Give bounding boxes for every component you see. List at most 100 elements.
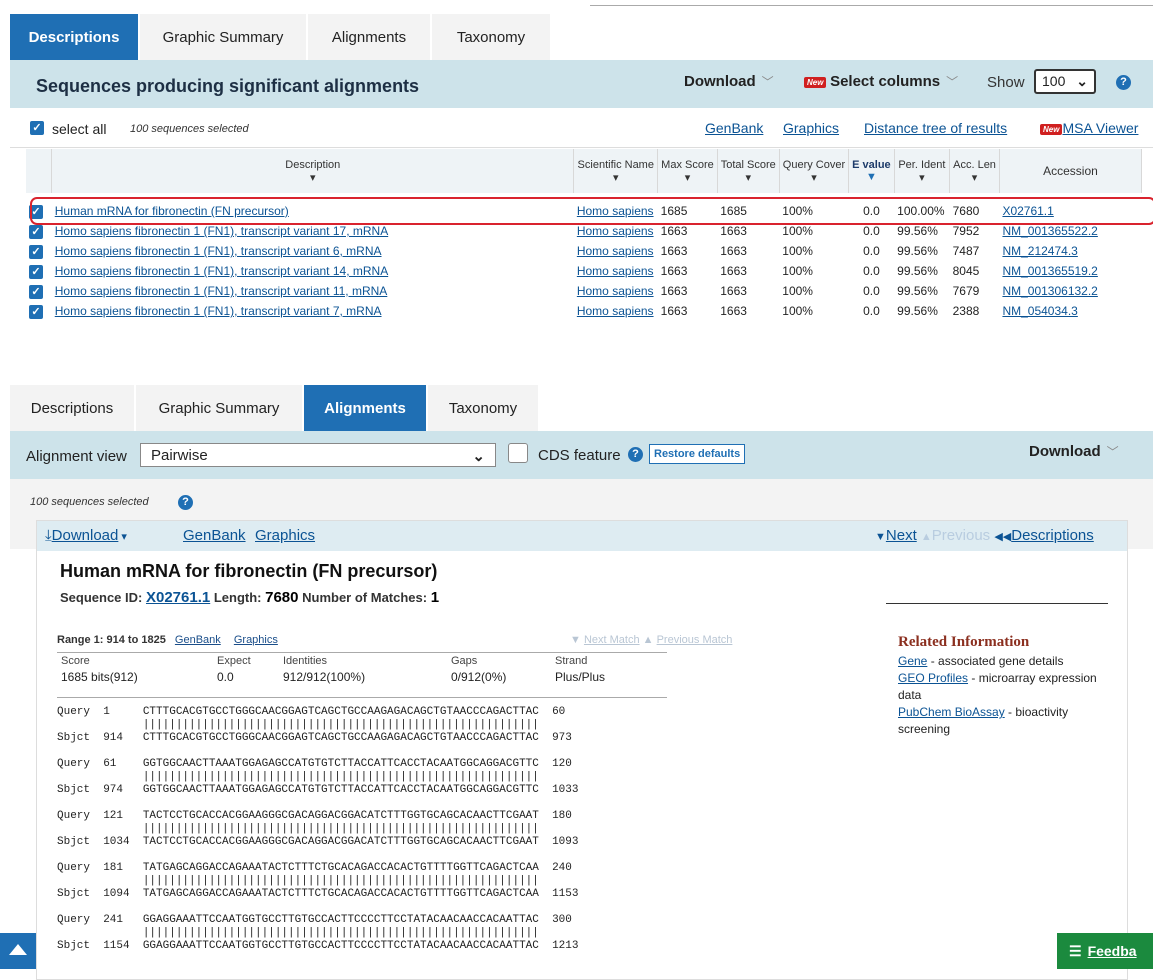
range-info: Range 1: 914 to 1825 GenBank Graphics bbox=[57, 634, 278, 646]
row-e-value: 0.0 bbox=[863, 304, 880, 318]
row-max-score: 1663 bbox=[660, 304, 688, 318]
restore-defaults-button[interactable]: Restore defaults bbox=[649, 444, 746, 464]
row-checkbox[interactable]: ✓ bbox=[29, 304, 43, 319]
col-total-score[interactable]: Total Score ▾ bbox=[717, 149, 780, 193]
alignment-toolbar: Alignment view Pairwise ⌄ CDS feature ? R… bbox=[10, 431, 1153, 479]
card-genbank-link[interactable]: GenBank bbox=[183, 527, 246, 544]
select-columns-dropdown[interactable]: Select columns bbox=[830, 73, 940, 90]
row-description-link[interactable]: Homo sapiens fibronectin 1 (FN1), transc… bbox=[55, 304, 382, 318]
card-graphics-link[interactable]: Graphics bbox=[255, 527, 315, 544]
row-query-cover: 100% bbox=[782, 264, 813, 278]
tab-alignments[interactable]: Alignments bbox=[308, 14, 432, 60]
tab-descriptions[interactable]: Descriptions bbox=[10, 385, 136, 431]
help-icon[interactable]: ? bbox=[1116, 75, 1131, 90]
descriptions-link[interactable]: Descriptions bbox=[1011, 527, 1094, 544]
card-download-link[interactable]: Download bbox=[52, 527, 119, 544]
previous-arrow-icon: ▲ bbox=[920, 531, 932, 543]
row-acc-len: 7679 bbox=[952, 284, 980, 298]
query-line: Query 1 CTTTGCACGTGCCTGGGCAACGGAGTCAGCTG… bbox=[57, 706, 566, 718]
scroll-to-top-button[interactable] bbox=[0, 933, 36, 969]
row-accession-link[interactable]: NM_212474.3 bbox=[1002, 244, 1077, 258]
feedback-icon: ☰ bbox=[1069, 942, 1082, 959]
col-scientific-name[interactable]: Scientific Name ▾ bbox=[573, 149, 659, 193]
download-dropdown[interactable]: Download bbox=[1029, 443, 1101, 460]
row-description-link[interactable]: Homo sapiens fibronectin 1 (FN1), transc… bbox=[55, 244, 382, 258]
row-scientific-name-link[interactable]: Homo sapiens bbox=[577, 264, 654, 278]
table-row: ✓ Homo sapiens fibronectin 1 (FN1), tran… bbox=[26, 281, 1142, 301]
previous-match-link: Previous Match bbox=[656, 634, 733, 646]
new-badge: New bbox=[804, 77, 827, 89]
query-line: Query 181 TATGAGCAGGACCAGAAATACTCTTTCTGC… bbox=[57, 862, 572, 874]
distance-tree-link[interactable]: Distance tree of results bbox=[864, 120, 1007, 136]
gene-link[interactable]: Gene bbox=[898, 654, 927, 668]
gaps-value: 0/912(0%) bbox=[451, 670, 507, 684]
cds-feature-label: CDS feature bbox=[538, 447, 621, 464]
row-checkbox[interactable]: ✓ bbox=[29, 284, 43, 299]
match-line: ||||||||||||||||||||||||||||||||||||||||… bbox=[57, 823, 539, 835]
pubchem-bioassay-link[interactable]: PubChem BioAssay bbox=[898, 705, 1005, 719]
identities-value: 912/912(100%) bbox=[283, 670, 366, 684]
row-description-link[interactable]: Homo sapiens fibronectin 1 (FN1), transc… bbox=[55, 264, 388, 278]
query-line: Query 121 TACTCCTGCACCACGGAAGGGCGACAGGAC… bbox=[57, 810, 572, 822]
col-description[interactable]: Description ▾ bbox=[51, 149, 575, 193]
col-acc-len[interactable]: Acc. Len ▾ bbox=[949, 149, 1000, 193]
col-max-score[interactable]: Max Score ▾ bbox=[657, 149, 718, 193]
subject-line: Sbjct 1034 TACTCCTGCACCACGGAAGGGCGACAGGA… bbox=[57, 836, 579, 848]
selection-toolbar: ✓ select all 100 sequences selected GenB… bbox=[10, 108, 1153, 148]
next-match-link: Next Match bbox=[583, 634, 640, 646]
related-information: Related Information Gene - associated ge… bbox=[898, 634, 1123, 738]
tab-taxonomy[interactable]: Taxonomy bbox=[432, 14, 552, 60]
col-query-cover[interactable]: Query Cover ▾ bbox=[779, 149, 850, 193]
tab-alignments[interactable]: Alignments bbox=[304, 385, 428, 431]
row-accession-link[interactable]: NM_001365519.2 bbox=[1002, 264, 1097, 278]
sequence-id-link[interactable]: X02761.1 bbox=[146, 589, 210, 606]
msa-viewer-link[interactable]: MSA Viewer bbox=[1062, 120, 1138, 136]
query-line: Query 241 GGAGGAAATTCCAATGGTGCCTTGTGCCAC… bbox=[57, 914, 572, 926]
match-line: ||||||||||||||||||||||||||||||||||||||||… bbox=[57, 875, 539, 887]
match-line: ||||||||||||||||||||||||||||||||||||||||… bbox=[57, 771, 539, 783]
score-value: 1685 bits(912) bbox=[61, 670, 138, 684]
alignment-card: ⤓Download ▾ GenBank Graphics ▼Next ▲Prev… bbox=[36, 520, 1128, 980]
row-scientific-name-link[interactable]: Homo sapiens bbox=[577, 284, 654, 298]
geo-profiles-link[interactable]: GEO Profiles bbox=[898, 671, 968, 685]
genbank-link[interactable]: GenBank bbox=[705, 120, 763, 136]
range-genbank-link[interactable]: GenBank bbox=[175, 634, 221, 646]
row-description-link[interactable]: Homo sapiens fibronectin 1 (FN1), transc… bbox=[55, 284, 388, 298]
alignment-view-select[interactable]: Pairwise ⌄ bbox=[140, 443, 496, 467]
match-line: ||||||||||||||||||||||||||||||||||||||||… bbox=[57, 927, 539, 939]
row-scientific-name-link[interactable]: Homo sapiens bbox=[577, 304, 654, 318]
tab-graphic-summary[interactable]: Graphic Summary bbox=[136, 385, 304, 431]
row-checkbox[interactable]: ✓ bbox=[29, 224, 43, 239]
next-link[interactable]: Next bbox=[886, 527, 917, 544]
row-checkbox[interactable]: ✓ bbox=[29, 244, 43, 259]
related-title: Related Information bbox=[898, 634, 1030, 650]
row-accession-link[interactable]: NM_001365522.2 bbox=[1002, 224, 1097, 238]
feedback-button[interactable]: ☰ Feedba bbox=[1057, 933, 1153, 969]
strand-value: Plus/Plus bbox=[555, 670, 606, 684]
row-scientific-name-link[interactable]: Homo sapiens bbox=[577, 224, 654, 238]
row-scientific-name-link[interactable]: Homo sapiens bbox=[577, 244, 654, 258]
row-description-link[interactable]: Homo sapiens fibronectin 1 (FN1), transc… bbox=[55, 224, 388, 238]
table-row: ✓ Homo sapiens fibronectin 1 (FN1), tran… bbox=[26, 301, 1142, 321]
col-per-ident[interactable]: Per. Ident ▾ bbox=[894, 149, 951, 193]
graphics-link[interactable]: Graphics bbox=[783, 120, 839, 136]
tab-taxonomy[interactable]: Taxonomy bbox=[428, 385, 540, 431]
tab-descriptions[interactable]: Descriptions bbox=[10, 14, 140, 60]
query-line: Query 61 GGTGGCAACTTAAATGGAGAGCCATGTGTCT… bbox=[57, 758, 572, 770]
chevron-down-icon: ﹀ bbox=[1106, 445, 1119, 459]
col-e-value[interactable]: E value ▼ bbox=[848, 149, 895, 193]
range-graphics-link[interactable]: Graphics bbox=[234, 634, 278, 646]
tab-graphic-summary[interactable]: Graphic Summary bbox=[140, 14, 308, 60]
select-all-checkbox[interactable]: ✓ bbox=[30, 121, 44, 135]
download-dropdown[interactable]: Download bbox=[684, 73, 756, 90]
help-icon[interactable]: ? bbox=[178, 495, 193, 510]
row-accession-link[interactable]: NM_054034.3 bbox=[1002, 304, 1077, 318]
expect-value: 0.0 bbox=[217, 670, 234, 684]
table-header: Description ▾ Scientific Name ▾ Max Score ▾… bbox=[26, 149, 1143, 193]
cds-feature-checkbox[interactable] bbox=[508, 443, 528, 463]
help-icon[interactable]: ? bbox=[628, 447, 643, 462]
col-accession[interactable]: Accession bbox=[999, 149, 1143, 193]
show-count-select[interactable]: 100 ⌄ bbox=[1034, 69, 1096, 94]
row-checkbox[interactable]: ✓ bbox=[29, 264, 43, 279]
row-accession-link[interactable]: NM_001306132.2 bbox=[1002, 284, 1097, 298]
